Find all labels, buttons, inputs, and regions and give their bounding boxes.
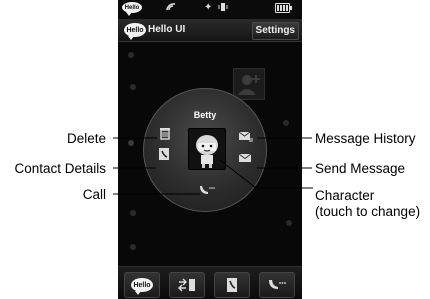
callout-call: Call	[82, 187, 106, 202]
callout-lines	[113, 137, 313, 195]
callout-send-message: Send Message	[315, 161, 406, 176]
callout-character: Character	[315, 188, 375, 203]
callout-character-hint: (touch to change)	[315, 204, 421, 219]
callout-contact-details: Contact Details	[14, 161, 106, 176]
callout-message-history: Message History	[315, 131, 416, 146]
callout-delete: Delete	[66, 131, 106, 146]
